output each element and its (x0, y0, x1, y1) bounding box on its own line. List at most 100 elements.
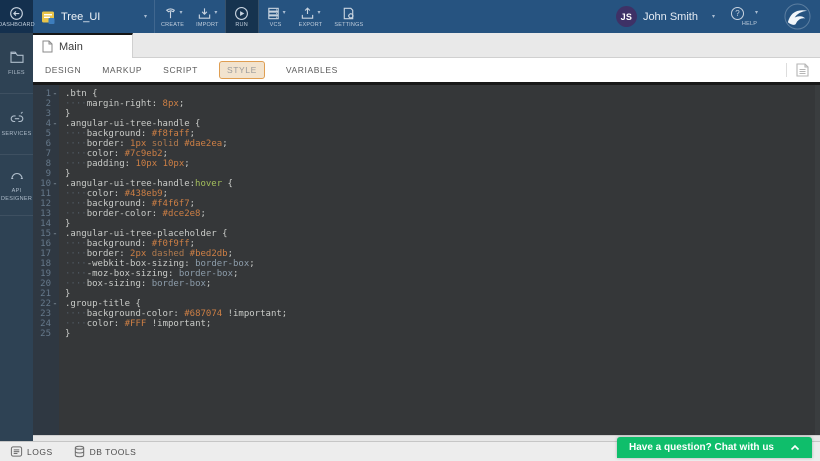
project-icon (41, 10, 55, 24)
code-line: } (65, 329, 815, 339)
code-line: ····color: #438eb9; (65, 189, 815, 199)
sidebar-item-files[interactable]: FILES (0, 33, 33, 94)
user-name[interactable]: John Smith (643, 11, 698, 23)
db-tools-button[interactable]: DB TOOLS (73, 445, 137, 458)
gutter-line: 13 (33, 209, 59, 219)
subtab-design[interactable]: DESIGN (45, 65, 81, 75)
db-tools-label: DB TOOLS (90, 447, 137, 457)
gutter: 1-234-5678910-1112131415-16171819202122-… (33, 85, 59, 435)
code-line: .angular-ui-tree-handle:hover { (65, 179, 815, 189)
gutter-line: 9 (33, 169, 59, 179)
save-file-icon[interactable] (795, 62, 810, 78)
code-line: ····color: #FFF !important; (65, 319, 815, 329)
files-folder-icon (9, 49, 25, 65)
code-line: ····box-sizing: border-box; (65, 279, 815, 289)
gutter-line: 16 (33, 239, 59, 249)
code-line: } (65, 219, 815, 229)
gutter-line: 7 (33, 149, 59, 159)
left-rail: FILES SERVICES API DESIGNER (0, 33, 33, 441)
gutter-line: 24 (33, 319, 59, 329)
subtab-style[interactable]: STYLE (219, 61, 265, 79)
gutter-line: 11 (33, 189, 59, 199)
dashboard-label: DASHBOARD (0, 22, 35, 28)
code-line: ····border: 1px solid #dae2ea; (65, 139, 815, 149)
create-hammer-icon (163, 6, 178, 21)
subtab-bar: DESIGN MARKUP SCRIPT STYLE VARIABLES (33, 58, 820, 82)
subtab-script[interactable]: SCRIPT (163, 65, 198, 75)
files-label: FILES (1, 69, 32, 77)
code-line: ····background-color: #687074 !important… (65, 309, 815, 319)
code-lines: .btn {····margin-right: 8px;}.angular-ui… (59, 85, 815, 435)
save-zone (786, 58, 810, 82)
code-line: ····padding: 10px 10px; (65, 159, 815, 169)
gutter-line: 14 (33, 219, 59, 229)
user-zone: JS John Smith ▾ ? ▾ HELP (616, 0, 820, 33)
import-icon (197, 6, 212, 21)
gutter-line: 4- (33, 119, 59, 129)
create-menu-button[interactable]: ▾ CREATE (155, 0, 190, 33)
gutter-line: 2 (33, 99, 59, 109)
gutter-line: 19 (33, 269, 59, 279)
css-code-editor[interactable]: 1-234-5678910-1112131415-16171819202122-… (33, 82, 820, 435)
import-menu-button[interactable]: ▾ IMPORT (190, 0, 225, 33)
run-label: RUN (235, 22, 248, 28)
subtab-variables[interactable]: VARIABLES (286, 65, 338, 75)
help-button[interactable]: ? ▾ HELP (731, 7, 768, 27)
export-menu-button[interactable]: ▾ EXPORT (293, 0, 329, 33)
settings-button[interactable]: SETTINGS (328, 0, 369, 33)
code-line: ····margin-right: 8px; (65, 99, 815, 109)
help-caret-icon: ▾ (755, 10, 758, 16)
chat-widget-button[interactable]: Have a question? Chat with us (617, 437, 812, 458)
gutter-line: 25 (33, 329, 59, 339)
gutter-line: 5 (33, 129, 59, 139)
api-designer-arc-icon (9, 167, 25, 183)
code-line: ····border: 2px dashed #bed2db; (65, 249, 815, 259)
services-link-icon (9, 110, 25, 126)
settings-label: SETTINGS (334, 22, 363, 28)
subtab-markup[interactable]: MARKUP (102, 65, 142, 75)
create-label: CREATE (161, 22, 184, 28)
gutter-line: 8 (33, 159, 59, 169)
gutter-line: 18 (33, 259, 59, 269)
code-line: ····-webkit-box-sizing: border-box; (65, 259, 815, 269)
gutter-line: 10- (33, 179, 59, 189)
dashboard-button[interactable]: DASHBOARD (0, 0, 33, 33)
gutter-line: 1- (33, 89, 59, 99)
avatar[interactable]: JS (616, 6, 637, 27)
chat-label: Have a question? Chat with us (629, 442, 774, 453)
user-menu-caret-icon[interactable]: ▾ (712, 14, 715, 20)
services-label: SERVICES (1, 130, 32, 138)
vcs-menu-button[interactable]: ▾ VCS (259, 0, 293, 33)
code-line: ····background: #f4f6f7; (65, 199, 815, 209)
sidebar-item-api-designer[interactable]: API DESIGNER (0, 155, 33, 216)
tab-main[interactable]: Main (33, 33, 133, 58)
export-scale-icon (300, 6, 315, 21)
sidebar-item-services[interactable]: SERVICES (0, 94, 33, 155)
gutter-line: 22- (33, 299, 59, 309)
tab-main-label: Main (59, 41, 83, 53)
run-button[interactable]: RUN (225, 0, 259, 33)
gutter-line: 6 (33, 139, 59, 149)
vcs-caret-icon: ▾ (283, 10, 286, 16)
import-label: IMPORT (196, 22, 219, 28)
divider (786, 63, 787, 77)
editor-vertical-scrollbar[interactable] (815, 85, 820, 435)
help-icon: ? (731, 7, 744, 20)
create-caret-icon: ▾ (180, 10, 183, 16)
wavemaker-logo[interactable] (784, 3, 811, 30)
code-line: ····color: #7c9eb2; (65, 149, 815, 159)
project-selector[interactable]: Tree_UI ▾ (33, 0, 155, 33)
gutter-line: 12 (33, 199, 59, 209)
topbar: DASHBOARD Tree_UI ▾ ▾ CREATE ▾ IMPORT RU… (0, 0, 820, 33)
logs-icon (10, 445, 23, 458)
code-line: .angular-ui-tree-placeholder { (65, 229, 815, 239)
code-line: ····border-color: #dce2e8; (65, 209, 815, 219)
project-caret-icon: ▾ (144, 14, 147, 20)
toolbar: ▾ CREATE ▾ IMPORT RUN ▾ VCS ▾ EXPORT SET (155, 0, 369, 33)
gutter-line: 20 (33, 279, 59, 289)
export-caret-icon: ▾ (317, 10, 320, 16)
logs-button[interactable]: LOGS (10, 445, 53, 458)
code-line: } (65, 109, 815, 119)
code-line: } (65, 289, 815, 299)
gutter-line: 17 (33, 249, 59, 259)
